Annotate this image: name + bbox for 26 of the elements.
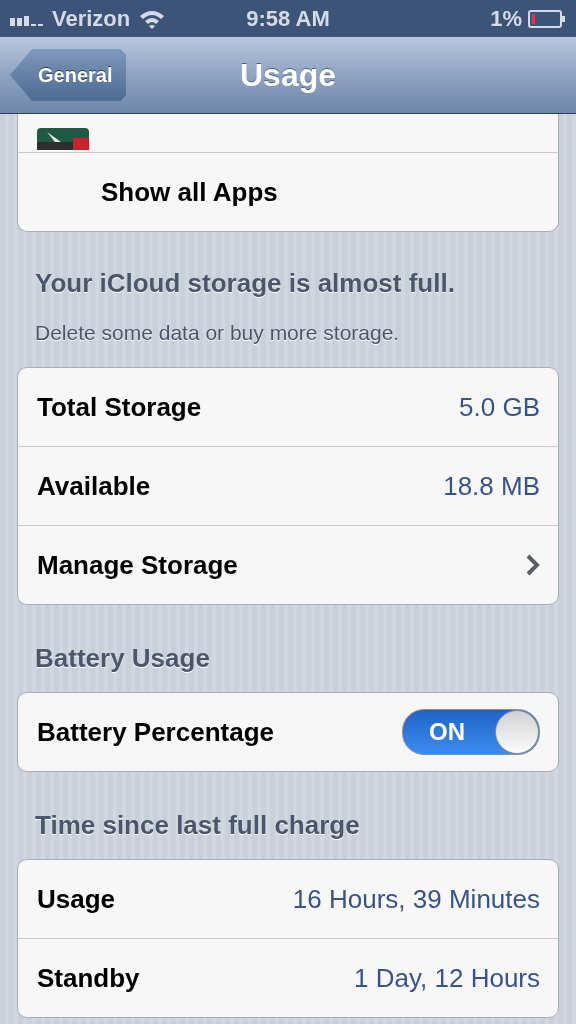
row-value: 16 Hours, 39 Minutes: [292, 883, 540, 915]
row-value: 18.8 MB: [443, 470, 540, 502]
section-header: Battery Usage: [34, 643, 211, 674]
chevron-icon: [526, 554, 540, 576]
toggle-switch[interactable]: ON: [402, 709, 540, 755]
status-time: 9:58 AM: [246, 5, 330, 32]
row-label: Battery Percentage: [37, 716, 275, 748]
row-label: Standby: [37, 962, 141, 994]
row-label: Usage: [37, 883, 117, 915]
row-value: 1 Day, 12 Hours: [354, 962, 540, 994]
section-header: Time since last full charge: [34, 810, 361, 841]
section-header: Your iCloud storage is almost full.: [34, 268, 456, 299]
battery-percent: 1%: [490, 5, 522, 32]
row-label: Available: [37, 470, 152, 502]
battery-icon: [528, 9, 566, 28]
app-icon: [37, 128, 89, 150]
section-note: Delete some data or buy more storage.: [34, 321, 401, 345]
carrier-name: Verizon: [52, 5, 131, 32]
page-title: Usage: [240, 56, 336, 94]
row-label: Show all Apps: [100, 176, 279, 208]
wifi-icon: [138, 8, 167, 29]
back-button[interactable]: General: [10, 49, 127, 101]
row-label: Manage Storage: [37, 549, 239, 581]
show-all-apps-row[interactable]: Show all Apps: [18, 152, 558, 231]
row-value: 5.0 GB: [459, 391, 540, 423]
row-label: Total Storage: [37, 391, 203, 423]
